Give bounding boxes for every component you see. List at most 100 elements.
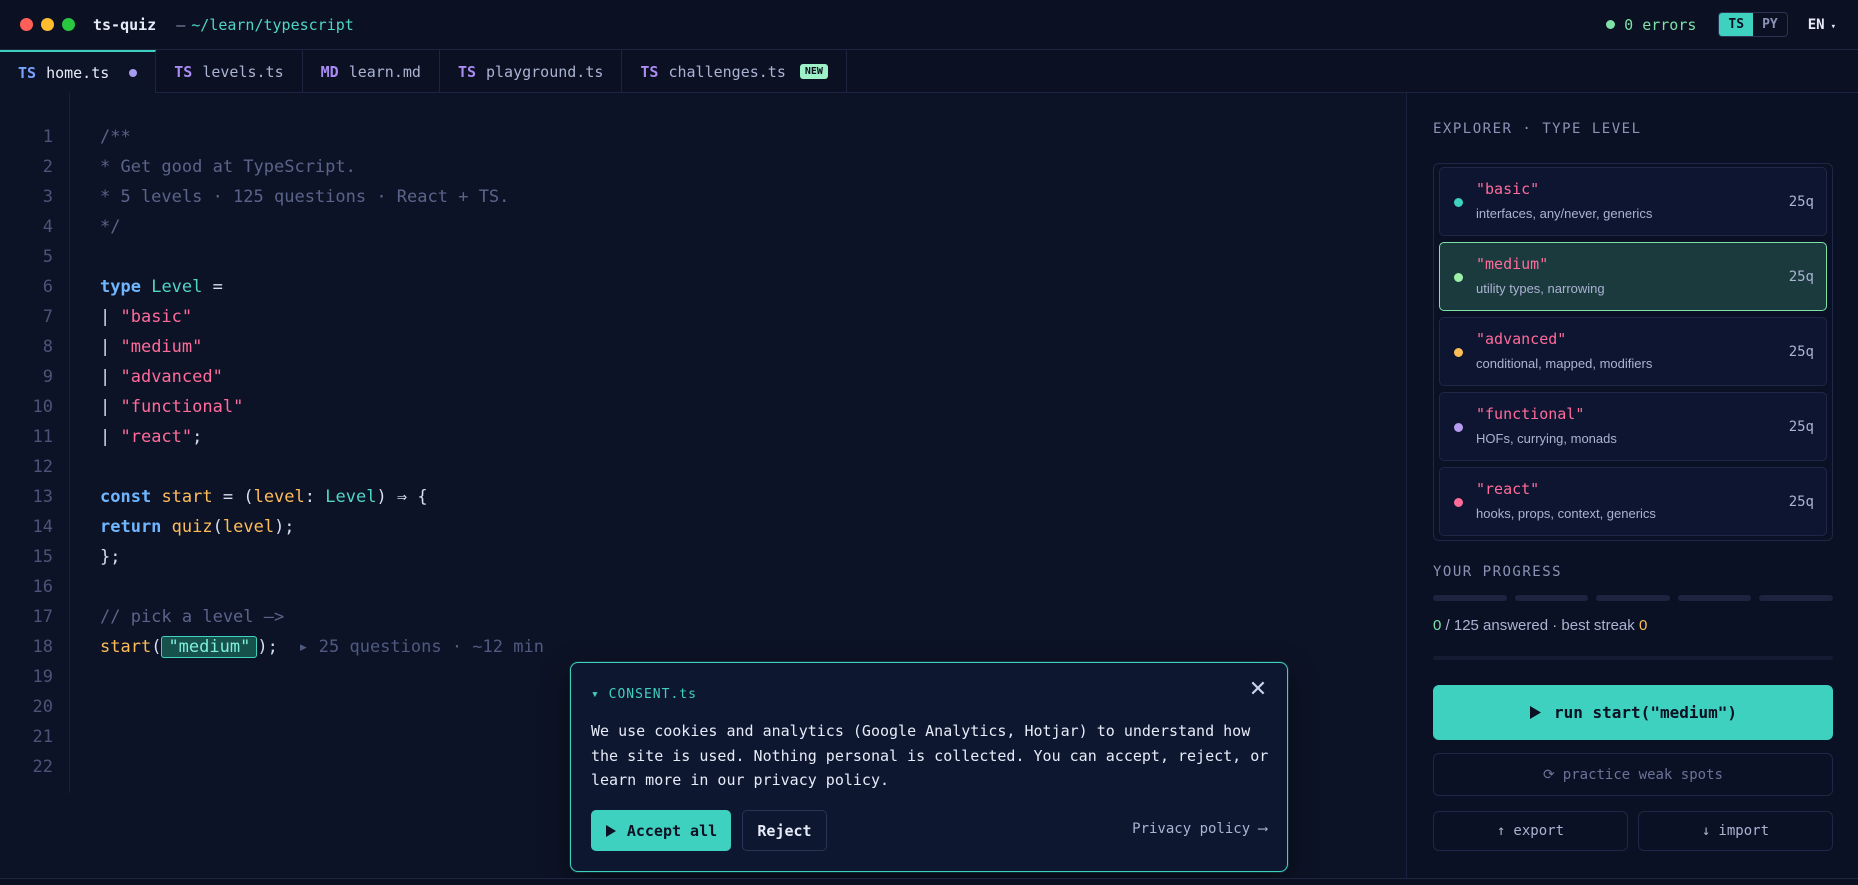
privacy-policy-link[interactable]: Privacy policy ⟶ [1132,821,1267,837]
level-description: utility types, narrowing [1476,281,1605,296]
line-number: 21 [32,727,53,747]
level-count: 25q [1788,344,1814,360]
lang-ts-button[interactable]: TS [1719,13,1754,36]
close-window-button[interactable] [20,18,33,31]
keyword: return [100,517,162,537]
line-number: 4 [42,217,53,237]
progress-heading: YOUR PROGRESS [1433,564,1563,580]
code-comment: /** [100,127,131,147]
parameter: level [222,517,275,537]
practice-weak-spots-button[interactable]: ⟳ practice weak spots [1433,753,1833,796]
level-dot-icon [1454,498,1463,507]
level-item-functional[interactable]: "functional" HOFs, currying, monads 25q [1439,392,1827,461]
level-description: interfaces, any/never, generics [1476,206,1653,221]
line-number: 11 [32,427,53,447]
run-label: run start("medium") [1553,703,1738,722]
tab-learn[interactable]: MD learn.md [303,50,440,93]
lang-py-button[interactable]: PY [1753,13,1787,36]
progress-total: / 125 answered · best streak [1441,617,1639,634]
minimize-window-button[interactable] [41,18,54,31]
punctuation: | [100,367,121,387]
streak-count: 0 [1638,617,1648,634]
line-number: 12 [32,457,53,477]
punctuation: ( [151,637,162,657]
consent-dialog: ▾ CONSENT.ts ✕ We use cookies and analyt… [570,662,1288,872]
string-literal: "functional" [120,397,244,417]
language-toggle: TS PY [1718,12,1788,37]
level-item-react[interactable]: "react" hooks, props, context, generics … [1439,467,1827,536]
ts-file-icon: TS [18,63,37,82]
level-dot-icon [1454,423,1463,432]
progress-segment [1596,595,1670,601]
path-text: ~/learn/typescript [191,15,354,34]
tab-playground[interactable]: TS playground.ts [440,50,623,93]
level-description: hooks, props, context, generics [1476,506,1656,521]
level-name: "basic" [1476,180,1540,198]
level-name: "advanced" [1476,330,1567,348]
keyword: type [100,277,141,297]
tab-challenges[interactable]: TS challenges.ts NEW [622,50,847,93]
level-count: 25q [1788,419,1814,435]
line-number: 6 [42,277,53,297]
chevron-down-icon: ▾ [1830,21,1836,32]
app-path: — ~/learn/typescript [176,16,354,34]
reject-button[interactable]: Reject [742,810,827,851]
keyword: const [100,487,152,507]
progress-segment [1514,595,1589,601]
path-dash: — [176,15,186,34]
arrow-down-icon: ↓ [1701,823,1711,839]
divider [1433,656,1833,660]
level-name: "react" [1476,480,1540,498]
code-line-close: }; [100,547,121,567]
punctuation: | [100,337,121,357]
run-button[interactable]: run start("medium") [1433,685,1833,740]
function-name: start [161,487,213,507]
selected-level-literal[interactable]: "medium" [161,636,258,658]
line-number: 8 [42,337,53,357]
level-description: conditional, mapped, modifiers [1476,356,1653,371]
close-icon[interactable]: ✕ [1247,679,1269,701]
line-number: 20 [32,697,53,717]
function-name: quiz [171,517,213,537]
progress-text: 0 / 125 answered · best streak 0 [1433,617,1647,634]
level-count: 25q [1788,269,1814,285]
titlebar-status: 0 errors TS PY EN ▾ [1606,12,1836,37]
line-number: 3 [42,187,53,207]
inline-hint: ▸ 25 questions · ~12 min [298,637,544,657]
string-literal: "basic" [120,307,193,327]
md-file-icon: MD [320,62,339,81]
maximize-window-button[interactable] [62,18,75,31]
tab-levels[interactable]: TS levels.ts [156,50,303,93]
practice-label: practice weak spots [1562,766,1723,783]
app-name: ts-quiz [93,15,157,34]
punctuation: = ( [212,487,254,507]
status-dot-icon [1606,20,1616,29]
modified-dot-icon [129,68,138,77]
tab-label: challenges.ts [668,62,786,81]
locale-select[interactable]: EN ▾ [1808,17,1836,33]
line-number: 19 [32,667,53,687]
progress-segment [1759,595,1833,601]
type-name: Level [325,487,377,507]
line-number: 18 [32,637,53,657]
line-number: 14 [32,517,53,537]
code-line-union: | "functional" [100,397,243,417]
accept-all-button[interactable]: Accept all [591,810,731,851]
tab-label: levels.ts [202,62,284,81]
code-line-union: | "basic" [100,307,192,327]
level-dot-icon [1454,198,1463,207]
level-list: "basic" interfaces, any/never, generics … [1433,163,1833,541]
punctuation: = [202,277,223,297]
level-item-medium[interactable]: "medium" utility types, narrowing 25q [1439,242,1827,311]
progress-segment [1433,595,1507,601]
export-button[interactable]: ↑ export [1433,811,1628,851]
line-number: 13 [32,487,53,507]
code-line-union: | "advanced" [100,367,223,387]
code-line-call: start("medium"); ▸ 25 questions · ~12 mi… [100,636,544,658]
import-button[interactable]: ↓ import [1638,811,1833,851]
export-label: export [1513,823,1564,839]
tab-label: playground.ts [486,62,604,81]
level-item-basic[interactable]: "basic" interfaces, any/never, generics … [1439,167,1827,236]
tab-home[interactable]: TS home.ts [0,50,157,93]
level-item-advanced[interactable]: "advanced" conditional, mapped, modifier… [1439,317,1827,386]
